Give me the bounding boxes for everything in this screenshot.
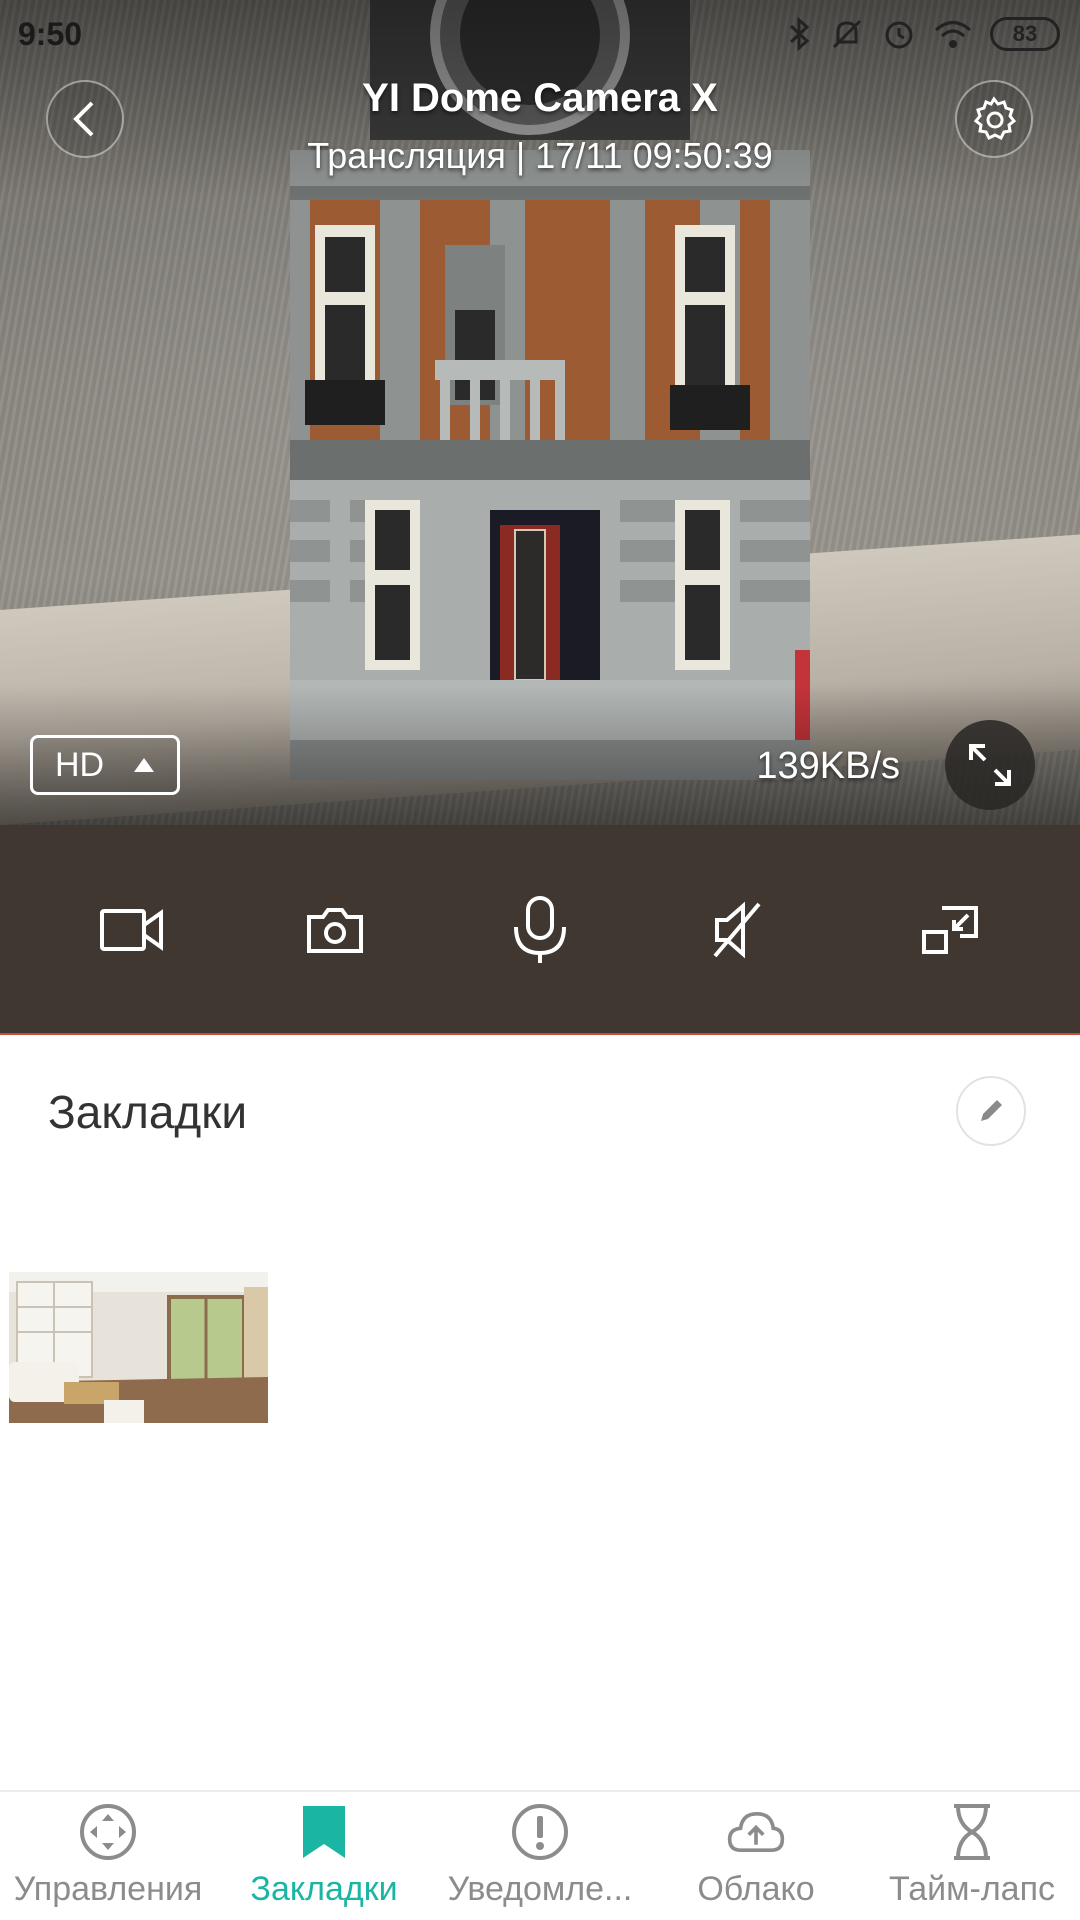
snapshot-button[interactable] <box>290 885 380 975</box>
record-video-icon <box>100 909 163 951</box>
record-video-button[interactable] <box>87 885 177 975</box>
alarm-icon <box>885 21 913 49</box>
bottom-nav: Управления Закладки Уведомле... Облако Т… <box>0 1790 1080 1920</box>
section-title: Закладки <box>48 1086 248 1138</box>
stream-timestamp: Трансляция | 17/11 09:50:39 <box>307 135 773 176</box>
control-icon <box>80 1804 136 1860</box>
alert-icon <box>512 1804 568 1860</box>
picture-in-picture-button[interactable] <box>905 885 995 975</box>
mute-icon <box>713 901 761 959</box>
battery-icon: 83 <box>990 17 1060 51</box>
nav-label: Облако <box>697 1870 815 1908</box>
bookmark-preview-image <box>9 1272 268 1423</box>
bookmark-icon <box>303 1806 345 1858</box>
bitrate-readout: 139KB/s <box>756 745 900 787</box>
wifi-icon <box>935 21 971 48</box>
microphone-button[interactable] <box>495 885 585 975</box>
fullscreen-button[interactable] <box>945 720 1035 810</box>
nav-label: Управления <box>13 1870 203 1908</box>
hourglass-icon <box>954 1804 990 1860</box>
status-time: 9:50 <box>18 16 83 52</box>
nav-item-timelapse[interactable]: Тайм-лапс <box>864 1802 1080 1920</box>
expand-icon <box>969 744 1011 786</box>
pencil-icon <box>981 1100 1002 1121</box>
camera-live-view[interactable]: 9:50 83 YI Dome Camera X Трансляция | 17… <box>0 0 1080 825</box>
control-bar <box>0 825 1080 1035</box>
quality-selector[interactable]: HD <box>30 735 180 795</box>
mute-button[interactable] <box>692 885 782 975</box>
nav-label: Закладки <box>250 1870 398 1908</box>
gear-icon <box>973 96 1017 141</box>
picture-in-picture-icon <box>922 906 978 954</box>
nav-item-notifications[interactable]: Уведомле... <box>432 1802 648 1920</box>
nav-item-control[interactable]: Управления <box>0 1802 216 1920</box>
camera-title: YI Dome Camera X <box>362 76 718 120</box>
cloud-upload-icon <box>727 1811 785 1852</box>
bell-off-icon <box>832 19 862 49</box>
status-icons: 83 <box>788 14 1060 54</box>
nav-item-cloud[interactable]: Облако <box>648 1802 864 1920</box>
nav-item-bookmarks[interactable]: Закладки <box>216 1802 432 1920</box>
status-bar: 9:50 83 <box>0 0 1080 70</box>
caret-up-icon <box>134 758 155 772</box>
edit-bookmarks-button[interactable] <box>956 1076 1026 1146</box>
snapshot-icon <box>307 908 363 953</box>
nav-label: Уведомле... <box>447 1870 633 1908</box>
bluetooth-icon <box>789 17 810 51</box>
bookmark-thumbnail[interactable] <box>9 1272 268 1423</box>
settings-button[interactable] <box>955 80 1033 158</box>
nav-label: Тайм-лапс <box>889 1870 1055 1908</box>
quality-label: HD <box>55 745 105 784</box>
microphone-icon <box>514 896 566 963</box>
